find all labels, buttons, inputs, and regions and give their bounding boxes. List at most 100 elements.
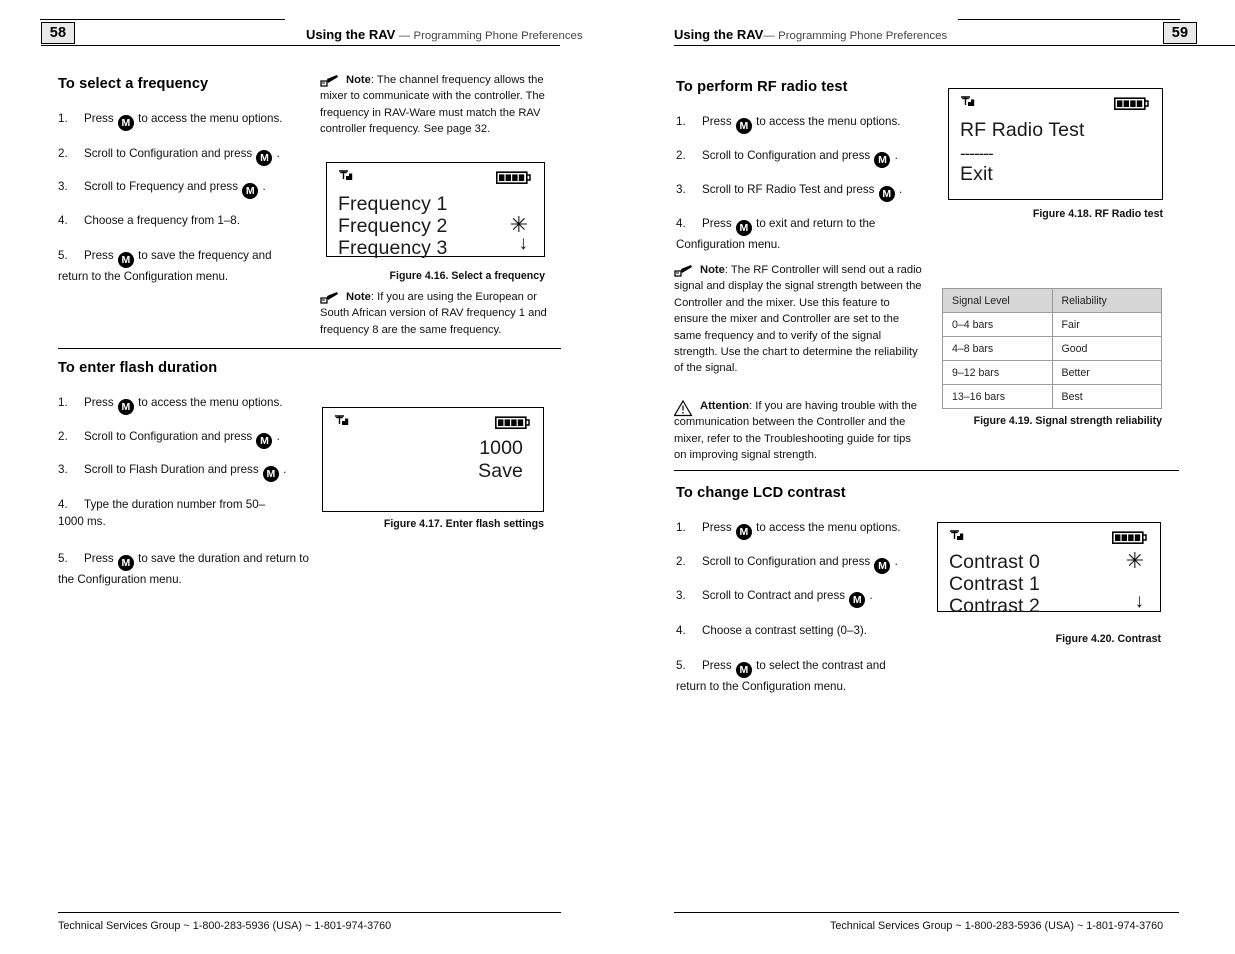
heading-to-select-a-frequency: To select a frequency — [58, 76, 209, 92]
step-body: Press M to access the menu options. — [84, 112, 283, 131]
step-body: Scroll to Frequency and press M . — [84, 180, 266, 199]
heading-to-change-lcd-contrast: To change LCD contrast — [676, 485, 846, 501]
step-item: 3. Scroll to Frequency and press M . — [58, 178, 298, 199]
header-subtitle: Programming Phone Preferences — [413, 30, 583, 42]
step-number: 2. — [58, 147, 68, 160]
step-body: Scroll to Contract and press M . — [702, 589, 873, 608]
step-item: 1. Press M to access the menu options. — [58, 394, 288, 415]
lcd-line: Frequency 2 — [338, 215, 448, 237]
step-body: Scroll to Configuration and press M . — [84, 147, 280, 166]
table-cell-signal-level: 0–4 bars — [942, 312, 1053, 337]
step-number: 5. — [58, 249, 68, 262]
footer-rule-left — [58, 912, 561, 913]
step-text-post: to access the menu options. — [138, 396, 283, 409]
step-text-pre: Press — [702, 217, 732, 230]
note-hand-icon — [674, 264, 694, 280]
menu-key-icon[interactable]: M — [735, 220, 752, 236]
note-label: Note — [700, 264, 725, 276]
step-number: 3. — [676, 589, 686, 602]
lcd-save-line: Save — [478, 460, 523, 482]
step-item: 4. Type the duration number from 50–1000… — [58, 496, 273, 530]
step-text-pre: Press — [702, 659, 732, 672]
lcd-line: Contrast 1 — [949, 573, 1040, 595]
header-dash: — — [398, 30, 411, 42]
table-header-row: Signal Level Reliability — [942, 288, 1162, 313]
step-number: 4. — [58, 498, 68, 511]
step-body: Type the duration number from 50–1000 ms… — [58, 498, 266, 528]
header-subtitle: Programming Phone Preferences — [778, 30, 948, 42]
header-title-left: Using the RAV — Programming Phone Prefer… — [306, 27, 583, 42]
table-row: 4–8 bars Good — [942, 336, 1162, 361]
step-number: 4. — [58, 214, 68, 227]
menu-key-icon[interactable]: M — [878, 186, 895, 202]
menu-key-icon[interactable]: M — [256, 433, 273, 449]
step-text-post: to access the menu options. — [138, 112, 283, 125]
step-item: 4. Press M to exit and return to the Con… — [676, 215, 901, 253]
footer-text-right: Technical Services Group ~ 1-800-283-593… — [830, 920, 1164, 932]
step-body: Choose a frequency from 1–8. — [84, 214, 240, 227]
step-text-pre: Scroll to Configuration and press — [84, 147, 253, 160]
table-cell-reliability: Best — [1051, 384, 1162, 409]
table-row: 13–16 bars Best — [942, 384, 1162, 409]
lcd-line: Contrast 2 — [949, 595, 1040, 617]
step-item: 2. Scroll to Configuration and press M . — [58, 428, 298, 449]
note-hand-icon — [320, 74, 340, 90]
step-item: 2. Scroll to Configuration and press M . — [676, 147, 921, 168]
step-body: Scroll to Configuration and press M . — [702, 555, 898, 574]
menu-key-icon[interactable]: M — [117, 555, 134, 571]
step-text-pre: Scroll to Configuration and press — [702, 149, 871, 162]
menu-key-icon[interactable]: M — [117, 399, 134, 415]
page-number-right: 59 — [1163, 22, 1197, 44]
step-text-pre: Scroll to RF Radio Test and press — [702, 183, 875, 196]
table-cell-reliability: Good — [1051, 336, 1162, 361]
menu-key-icon[interactable]: M — [242, 183, 259, 199]
menu-key-icon[interactable]: M — [874, 152, 891, 168]
step-text-post: . — [283, 463, 287, 476]
step-item: 3. Scroll to Contract and press M . — [676, 587, 916, 608]
step-text-pre: Press — [702, 521, 732, 534]
step-number: 4. — [676, 624, 686, 637]
step-text-pre: Press — [702, 115, 732, 128]
step-number: 3. — [58, 180, 68, 193]
menu-key-icon[interactable]: M — [874, 558, 891, 574]
step-text-post: to access the menu options. — [756, 521, 901, 534]
menu-key-icon[interactable]: M — [735, 118, 752, 134]
menu-key-icon[interactable]: M — [117, 252, 134, 268]
page-right: 59 Using the RAV— Programming Phone Pref… — [618, 0, 1235, 954]
step-body: Press M to access the menu options. — [702, 521, 901, 540]
step-number: 4. — [676, 217, 686, 230]
menu-key-icon[interactable]: M — [256, 150, 273, 166]
step-text-post: . — [869, 589, 873, 602]
table-cell-signal-level: 9–12 bars — [942, 360, 1053, 385]
menu-key-icon[interactable]: M — [117, 115, 134, 131]
step-item: 1. Press M to access the menu options. — [58, 110, 288, 131]
document-spread: 58 Using the RAV — Programming Phone Pre… — [0, 0, 1235, 954]
step-item: 4. Choose a contrast setting (0–3). — [676, 622, 916, 639]
step-text-post: . — [276, 147, 280, 160]
menu-key-icon[interactable]: M — [849, 592, 866, 608]
step-number: 3. — [676, 183, 686, 196]
menu-key-icon[interactable]: M — [735, 662, 752, 678]
lcd-figure-4-20: Contrast 0 Contrast 1 Contrast 2 ✳ ↓ — [937, 522, 1161, 617]
header-title-text: Using the RAV — [674, 27, 764, 42]
note-text: Note: If you are using the European or S… — [320, 291, 547, 336]
step-number: 2. — [58, 430, 68, 443]
lcd-exit-line[interactable]: Exit — [960, 163, 993, 186]
note-text: Note: The channel frequency allows the m… — [320, 74, 545, 135]
lcd-value-line: 1000 — [479, 437, 523, 459]
step-text-pre: Scroll to Configuration and press — [84, 430, 253, 443]
footer-text-left: Technical Services Group ~ 1-800-283-593… — [58, 920, 392, 932]
menu-key-icon[interactable]: M — [735, 524, 752, 540]
battery-icon — [1114, 97, 1150, 116]
step-text-pre: Press — [84, 249, 114, 262]
step-number: 5. — [676, 659, 686, 672]
table-cell-reliability: Fair — [1051, 312, 1162, 337]
table-cell-reliability: Better — [1051, 360, 1162, 385]
step-text-pre: Press — [84, 396, 114, 409]
step-item: 5. Press M to save the duration and retu… — [58, 550, 311, 588]
note-text: Note: The RF Controller will send out a … — [674, 264, 922, 374]
step-number: 5. — [58, 552, 68, 565]
battery-icon — [495, 416, 531, 435]
step-text-pre: Scroll to Flash Duration and press — [84, 463, 259, 476]
menu-key-icon[interactable]: M — [262, 466, 279, 482]
